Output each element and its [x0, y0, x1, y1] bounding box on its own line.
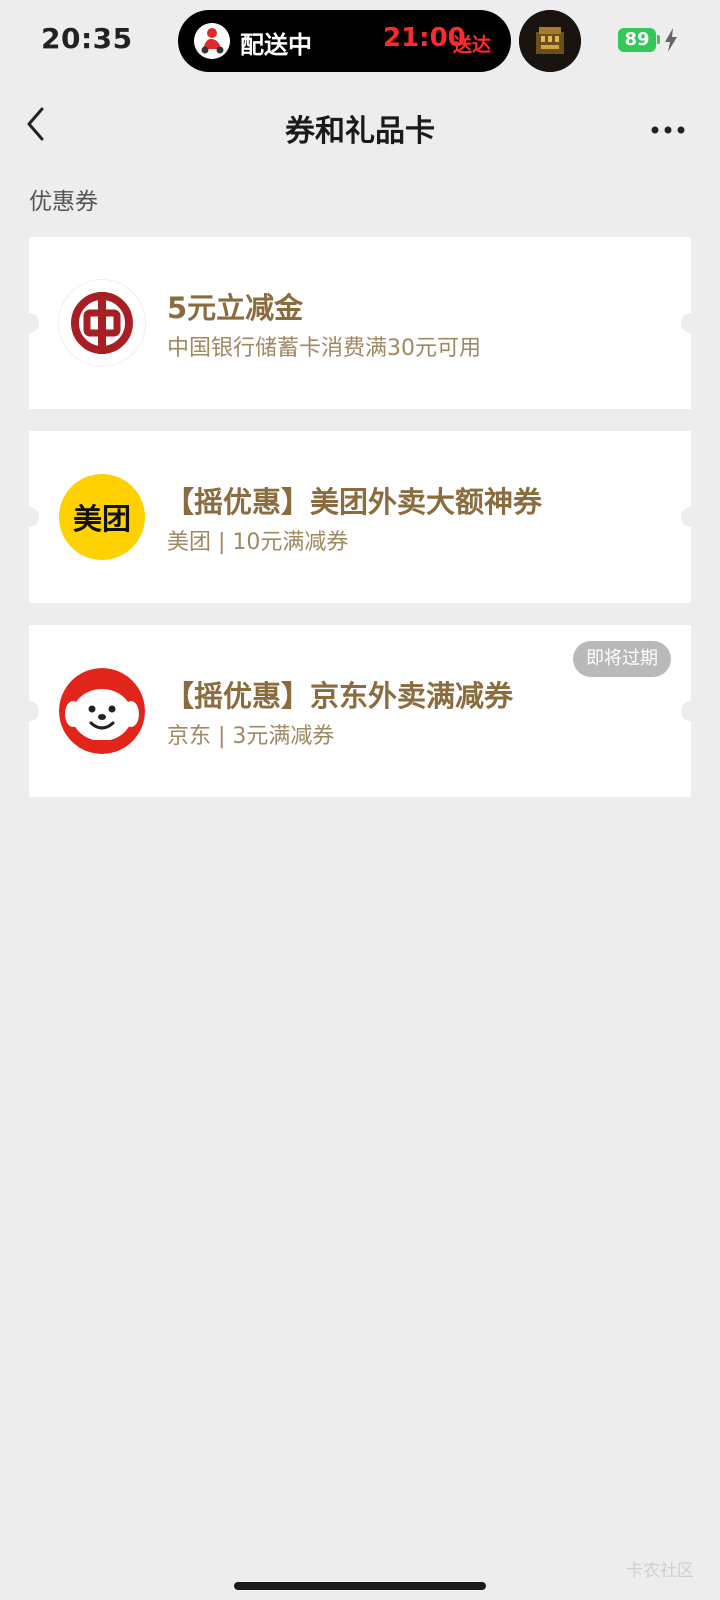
- ticket-notch: [681, 507, 701, 527]
- home-indicator[interactable]: [234, 1582, 486, 1590]
- dynamic-island-delivery[interactable]: 配送中 21:00 送达: [178, 10, 511, 72]
- meituan-logo: 美团: [59, 474, 145, 560]
- more-dots-icon[interactable]: [650, 120, 686, 134]
- coupon-card[interactable]: 5元立减金 中国银行储蓄卡消费满30元可用: [19, 237, 701, 409]
- ticket-notch: [19, 313, 39, 333]
- rider-avatar-icon: [194, 23, 230, 59]
- battery-cap: [657, 35, 660, 44]
- ticket-notch: [19, 701, 39, 721]
- coupon-title: 5元立减金: [167, 291, 304, 325]
- coupon-card[interactable]: 即将过期 【摇优惠】京东外卖满减券 京东 | 3元满减券: [19, 625, 701, 797]
- expiring-soon-badge: 即将过期: [573, 641, 671, 677]
- coupon-title: 【摇优惠】美团外卖大额神券: [165, 485, 543, 519]
- page-title: 券和礼品卡: [285, 114, 435, 149]
- jd-joy-logo: [59, 668, 145, 754]
- delivery-eta-suffix: 送达: [453, 34, 492, 56]
- coupon-subtitle: 京东 | 3元满减券: [167, 724, 335, 749]
- coupon-subtitle: 中国银行储蓄卡消费满30元可用: [167, 336, 481, 361]
- meituan-logo-text: 美团: [72, 502, 131, 536]
- delivery-status: 配送中: [240, 31, 312, 59]
- ticket-notch: [681, 701, 701, 721]
- section-title-coupons: 优惠券: [29, 189, 98, 215]
- watermark: 卡农社区: [626, 1561, 694, 1581]
- ticket-notch: [681, 313, 701, 333]
- coupon-card[interactable]: 美团 【摇优惠】美团外卖大额神券 美团 | 10元满减券: [19, 431, 701, 603]
- status-bar: 20:35 配送中 21:00 送达 89: [0, 0, 720, 80]
- delivery-thumbnail-icon[interactable]: [519, 10, 581, 72]
- ticket-notch: [19, 507, 39, 527]
- bank-of-china-logo: [59, 280, 145, 366]
- coupon-subtitle: 美团 | 10元满减券: [167, 530, 349, 555]
- charging-bolt-icon: [664, 28, 678, 52]
- battery-level: 89: [618, 28, 656, 52]
- nav-bar: 券和礼品卡: [0, 90, 720, 160]
- coupon-title: 【摇优惠】京东外卖满减券: [165, 679, 514, 713]
- status-time: 20:35: [41, 22, 133, 55]
